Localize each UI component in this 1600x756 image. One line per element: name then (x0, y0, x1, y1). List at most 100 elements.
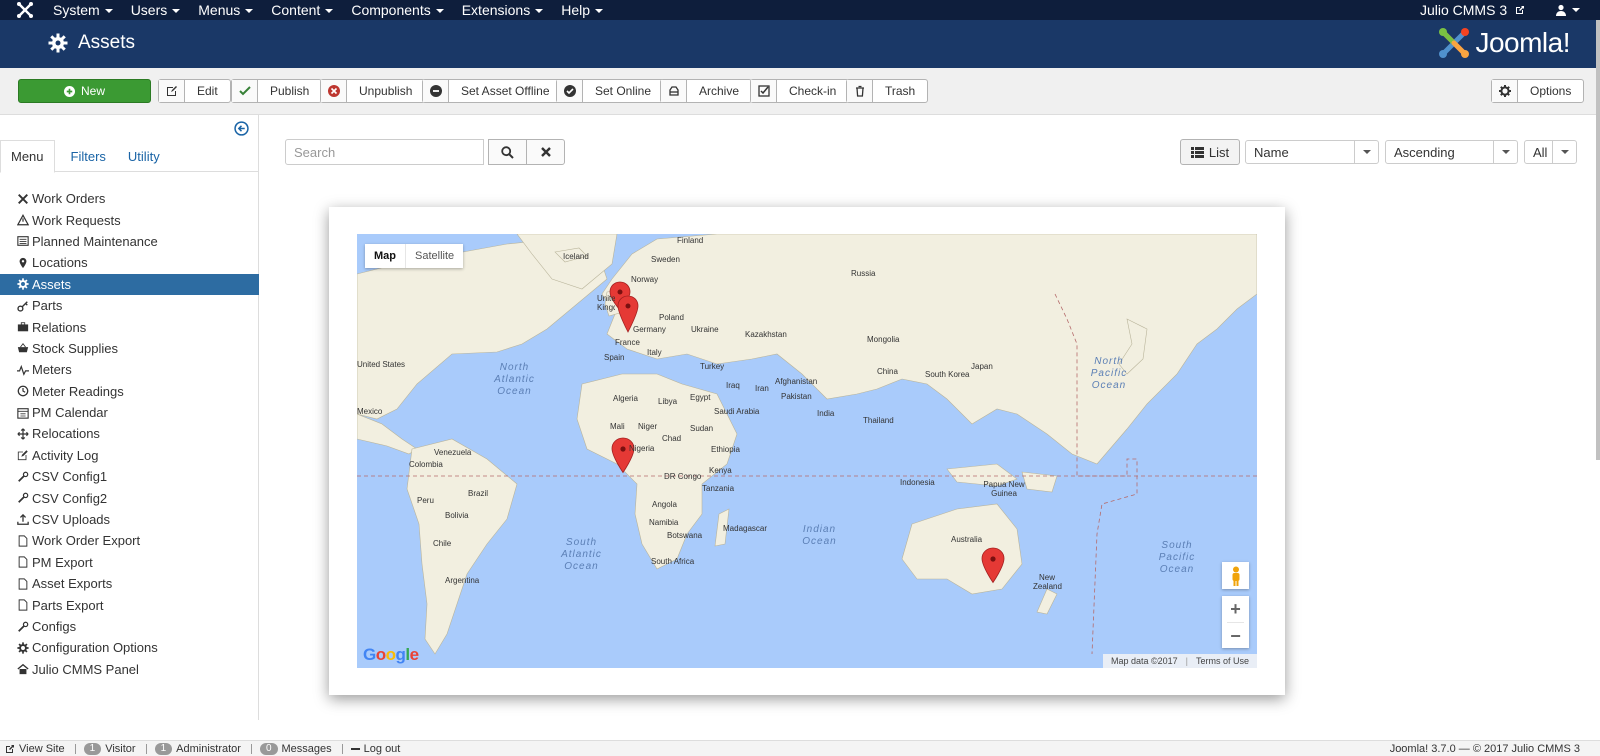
search-button[interactable] (488, 139, 527, 165)
terms-of-use-link[interactable]: Terms of Use (1196, 656, 1249, 666)
sidebar-item-planned-maintenance[interactable]: Planned Maintenance (0, 231, 259, 252)
unpublish-button[interactable]: Unpublish (320, 79, 426, 103)
sidebar-item-work-order-export[interactable]: Work Order Export (0, 530, 259, 551)
options-button-label: Options (1530, 84, 1572, 98)
trash-button[interactable]: Trash (846, 79, 929, 103)
options-gear-icon (1492, 80, 1518, 102)
options-button[interactable]: Options (1491, 79, 1585, 103)
label-colombia: Colombia (409, 460, 443, 469)
menu-content[interactable]: Content (271, 2, 334, 18)
sidebar-item-label: Stock Supplies (32, 340, 118, 356)
sidebar-item-csv-uploads[interactable]: CSV Uploads (0, 509, 259, 530)
sidebar-item-meter-readings[interactable]: Meter Readings (0, 381, 259, 402)
logout-label: Log out (363, 743, 401, 755)
cancel-circle-icon (321, 80, 347, 102)
sort-field-select[interactable]: Name (1245, 140, 1379, 164)
world-map[interactable]: Iceland Finland Sweden Norway Russia Uni… (357, 234, 1257, 668)
label-libya: Libya (658, 397, 678, 406)
google-logo-letter: g (395, 645, 406, 664)
limit-select[interactable]: All (1524, 140, 1577, 164)
sidebar-item-configs[interactable]: Configs (0, 616, 259, 637)
menu-components[interactable]: Components (351, 2, 444, 18)
visitor-status[interactable]: 1 Visitor (83, 743, 136, 755)
external-link-icon (6, 745, 14, 753)
sidebar-item-pm-export[interactable]: PM Export (0, 552, 259, 573)
google-logo-letter: G (363, 645, 376, 664)
label-venezuela: Venezuela (434, 448, 472, 457)
new-button-label: New (80, 84, 105, 98)
sidebar-item-julio-cmms-panel[interactable]: Julio CMMS Panel (0, 659, 259, 680)
menu-system[interactable]: System (53, 2, 113, 18)
map-type-satellite-label: Satellite (415, 250, 455, 262)
tab-filters[interactable]: Filters (61, 140, 116, 172)
edit-button[interactable]: Edit (158, 79, 231, 103)
limit-value: All (1533, 144, 1548, 160)
unpublish-button-label: Unpublish (359, 84, 413, 98)
map-type-map-button[interactable]: Map (365, 244, 405, 268)
map-type-satellite-button[interactable]: Satellite (405, 244, 463, 268)
menu-label: System (53, 2, 100, 18)
tab-menu[interactable]: Menu (0, 140, 55, 173)
collapse-sidebar-icon[interactable] (234, 121, 249, 136)
wrench-icon (16, 491, 30, 505)
sidebar-item-csv-config2[interactable]: CSV Config2 (0, 487, 259, 508)
label-brazil: Brazil (468, 489, 489, 498)
label-sudan: Sudan (690, 424, 714, 433)
edit-icon (16, 448, 30, 462)
view-site-link[interactable]: View Site (5, 743, 65, 755)
sidebar-item-work-requests[interactable]: Work Requests (0, 209, 259, 230)
zoom-out-button[interactable]: − (1222, 623, 1249, 649)
label-south-korea: South Korea (925, 370, 970, 379)
list-view-button[interactable]: List (1180, 139, 1240, 165)
label-norway: Norway (631, 275, 659, 284)
menu-users[interactable]: Users (131, 2, 181, 18)
user-menu[interactable] (1555, 4, 1580, 16)
sidebar-item-asset-exports[interactable]: Asset Exports (0, 573, 259, 594)
sidebar-item-meters[interactable]: Meters (0, 359, 259, 380)
logout-link[interactable]: Log out (350, 743, 401, 755)
sidebar-item-relocations[interactable]: Relocations (0, 423, 259, 444)
new-button[interactable]: New (18, 79, 151, 103)
sidebar-item-locations[interactable]: Locations (0, 252, 259, 273)
check-in-button[interactable]: Check-in (750, 79, 850, 103)
label-south-atlantic: South Atlantic Ocean (561, 537, 602, 572)
set-asset-offline-button[interactable]: Set Asset Offline (422, 79, 563, 103)
sidebar-item-label: Planned Maintenance (32, 233, 158, 249)
sidebar-item-activity-log[interactable]: Activity Log (0, 445, 259, 466)
sidebar-item-parts[interactable]: Parts (0, 295, 259, 316)
label-spain: Spain (604, 353, 625, 362)
street-view-pegman[interactable] (1222, 562, 1249, 589)
sidebar-item-assets[interactable]: Assets (0, 273, 259, 295)
sidebar-item-relations[interactable]: Relations (0, 316, 259, 337)
sidebar-item-configuration-options[interactable]: Configuration Options (0, 637, 259, 658)
menu-menus[interactable]: Menus (198, 2, 254, 18)
sidebar-item-work-orders[interactable]: Work Orders (0, 188, 259, 209)
menu-label: Help (561, 2, 590, 18)
sort-direction-select[interactable]: Ascending (1385, 140, 1518, 164)
tab-utility[interactable]: Utility (118, 140, 170, 172)
sidebar-item-parts-export[interactable]: Parts Export (0, 594, 259, 615)
sidebar-item-stock-supplies[interactable]: Stock Supplies (0, 338, 259, 359)
site-link[interactable]: Julio CMMS 3 (1420, 2, 1525, 18)
publish-button[interactable]: Publish (231, 79, 323, 103)
label-chile: Chile (433, 539, 452, 548)
archive-button[interactable]: Archive (660, 79, 753, 103)
sort-field-value: Name (1254, 144, 1289, 160)
label-japan: Japan (971, 362, 993, 371)
label-china: China (877, 367, 898, 376)
sidebar-item-label: Parts (32, 298, 63, 314)
administrator-status[interactable]: 1 Administrator (154, 743, 241, 755)
sidebar-item-label: Relocations (32, 426, 100, 442)
sidebar-item-csv-config1[interactable]: CSV Config1 (0, 466, 259, 487)
menu-help[interactable]: Help (561, 2, 603, 18)
messages-status[interactable]: 0 Messages (259, 743, 332, 755)
page-scrollbar[interactable] (1596, 20, 1600, 460)
menu-extensions[interactable]: Extensions (462, 2, 544, 18)
zoom-in-button[interactable]: + (1222, 596, 1249, 622)
joomla-logo-icon[interactable] (16, 1, 34, 19)
set-online-button[interactable]: Set Online (556, 79, 665, 103)
search-input[interactable] (285, 139, 484, 165)
zoom-control: + − (1222, 596, 1249, 648)
sidebar-item-pm-calendar[interactable]: PM Calendar (0, 402, 259, 423)
clear-search-button[interactable] (526, 139, 565, 165)
